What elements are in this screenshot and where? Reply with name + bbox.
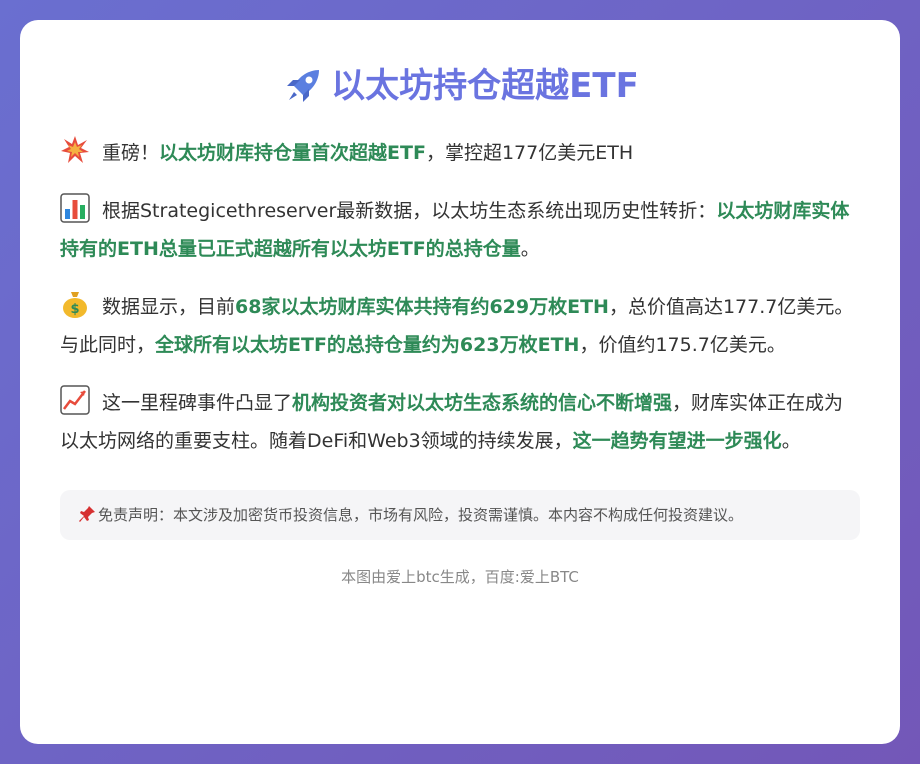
- paragraph-text: 重磅！: [102, 142, 160, 164]
- paragraph-highlight: 68家以太坊财库实体共持有约629万枚ETH: [235, 296, 609, 318]
- svg-text:$: $: [70, 302, 79, 317]
- paragraph-data-source: 根据Strategicethreserver最新数据，以太坊生态系统出现历史性转…: [60, 192, 860, 268]
- page-title: 以太坊持仓超越ETF: [60, 60, 860, 112]
- paragraph-highlight: 以太坊财库持仓量首次超越ETF: [159, 142, 426, 164]
- trend-up-icon: [60, 385, 90, 415]
- article-card: 以太坊持仓超越ETF 重磅！以太坊财库持仓量首次超越ETF，掌控超177亿美元E…: [20, 20, 900, 744]
- paragraph-text: ，掌控超177亿美元ETH: [425, 142, 634, 164]
- footer-credit: 本图由爱上btc生成，百度:爱上BTC: [341, 568, 579, 586]
- paragraph-figures: $ 数据显示，目前68家以太坊财库实体共持有约629万枚ETH，总价值高达177…: [60, 288, 860, 364]
- paragraph-text: 数据显示，目前: [102, 296, 236, 318]
- bar-chart-icon: [60, 193, 90, 223]
- paragraph-text: 根据Strategicethreserver最新数据，以太坊生态系统出现历史性转…: [102, 200, 717, 222]
- money-bag-icon: $: [63, 292, 87, 318]
- disclaimer-box: 免责声明：本文涉及加密货币投资信息，市场有风险，投资需谨慎。本内容不构成任何投资…: [60, 490, 860, 540]
- paragraph-text: ，价值约175.7亿美元。: [579, 334, 786, 356]
- disclaimer-text: 免责声明：本文涉及加密货币投资信息，市场有风险，投资需谨慎。本内容不构成任何投资…: [98, 506, 744, 524]
- paragraph-headline: 重磅！以太坊财库持仓量首次超越ETF，掌控超177亿美元ETH: [60, 134, 860, 172]
- paragraph-highlight: 全球所有以太坊ETF的总持仓量约为623万枚ETH: [155, 334, 580, 356]
- paragraph-highlight: 机构投资者对以太坊生态系统的信心不断增强: [292, 392, 673, 414]
- paragraph-highlight: 这一趋势有望进一步强化: [572, 430, 782, 452]
- paragraph-text: 。: [781, 430, 801, 452]
- paragraph-text: 。: [520, 238, 540, 260]
- paragraph-text: 这一里程碑事件凸显了: [102, 392, 293, 414]
- paragraph-outlook: 这一里程碑事件凸显了机构投资者对以太坊生态系统的信心不断增强，财库实体正在成为以…: [60, 384, 860, 460]
- title-text: 以太坊持仓超越ETF: [331, 66, 639, 106]
- collision-icon: [61, 136, 89, 163]
- pushpin-icon: [79, 506, 95, 522]
- rocket-icon: [287, 70, 320, 102]
